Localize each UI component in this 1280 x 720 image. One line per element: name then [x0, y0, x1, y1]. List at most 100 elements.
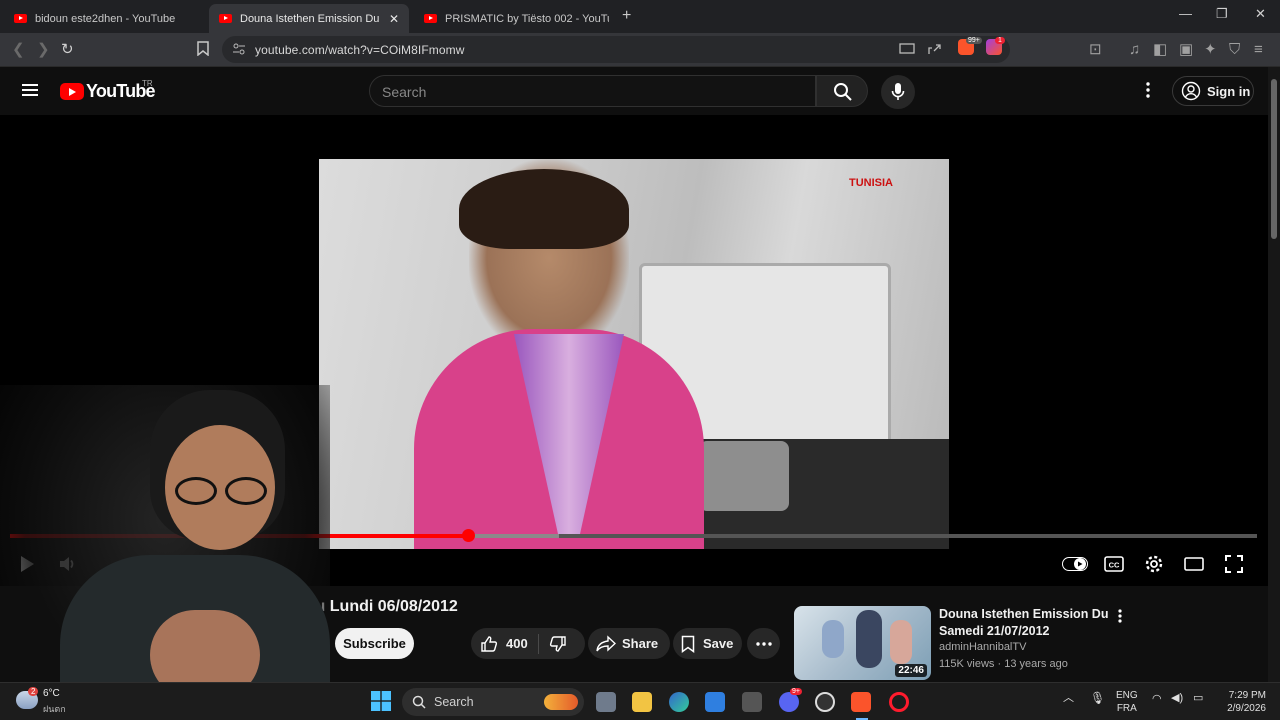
browser-tab-active[interactable]: Douna Istethen Emission Du Lundi 06/08/2…	[209, 4, 409, 33]
search-button[interactable]	[816, 75, 868, 107]
file-explorer-icon[interactable]	[632, 692, 652, 712]
more-actions-button[interactable]	[747, 628, 780, 659]
like-count: 400	[506, 636, 528, 651]
reload-icon[interactable]: ↻	[61, 41, 74, 59]
browser-toolbar: ❮ ❯ ↻ youtube.com/watch?v=COiM8IFmomw 99…	[0, 33, 1280, 67]
forward-icon[interactable]: ❯	[37, 41, 50, 59]
new-tab-icon[interactable]: +	[622, 7, 631, 25]
windows-start-icon[interactable]	[371, 691, 391, 711]
settings-button[interactable]	[1142, 552, 1166, 576]
input-language[interactable]: ENG FRA	[1116, 689, 1138, 715]
tab-title: bidoun este2dhen - YouTube	[35, 12, 176, 25]
opera-icon[interactable]	[889, 692, 909, 712]
scrubber-handle[interactable]	[461, 529, 475, 542]
like-button[interactable]: 400	[471, 633, 539, 654]
wifi-icon[interactable]: ◠	[1152, 693, 1162, 706]
youtube-favicon-icon	[424, 14, 437, 23]
leo-ai-icon[interactable]: ✦	[1204, 41, 1217, 59]
task-view-icon[interactable]	[596, 692, 616, 712]
video-duration: 22:46	[895, 664, 927, 677]
taskbar-search[interactable]: Search	[402, 688, 584, 716]
minimize-icon[interactable]: —	[1179, 6, 1192, 21]
channel-watermark: TUNISIA	[849, 177, 893, 189]
app-icon[interactable]	[815, 692, 835, 712]
webcam-overlay	[0, 385, 330, 720]
restore-icon[interactable]: ❐	[1216, 6, 1228, 22]
clock-time: 7:29 PM	[1228, 690, 1266, 701]
media-icon[interactable]: ♫	[1129, 41, 1140, 59]
tab-title: PRISMATIC by Tiësto 002 - YouTube	[445, 12, 609, 25]
share-page-icon[interactable]	[927, 42, 942, 56]
autoplay-toggle-icon	[1062, 557, 1088, 571]
menu-icon[interactable]: ≡	[1254, 41, 1263, 59]
theater-mode-button[interactable]	[1182, 552, 1206, 576]
sign-in-label: Sign in	[1207, 83, 1251, 99]
page-scrollbar[interactable]	[1268, 67, 1280, 682]
voice-search-button[interactable]	[881, 75, 915, 109]
save-button[interactable]: Save	[673, 628, 742, 659]
lang-top: ENG	[1116, 690, 1138, 701]
more-options-icon[interactable]	[1140, 81, 1156, 99]
tab-title: Douna Istethen Emission Du Lundi 06/08/2…	[240, 12, 383, 25]
edge-icon[interactable]	[669, 692, 689, 712]
captions-icon: CC	[1104, 556, 1124, 572]
youtube-logo-icon[interactable]	[60, 83, 84, 100]
captions-button[interactable]: CC	[1102, 552, 1126, 576]
scrollbar-thumb[interactable]	[1271, 79, 1277, 239]
clock[interactable]: 7:29 PM 2/9/2026	[1218, 689, 1266, 715]
sidebar-icon[interactable]: ◧	[1153, 41, 1167, 59]
vpn-icon[interactable]: ⛉	[1229, 41, 1240, 59]
search-icon	[834, 83, 852, 101]
hair-shape	[459, 169, 629, 249]
autoplay-toggle[interactable]	[1061, 552, 1089, 576]
sign-in-button[interactable]: Sign in	[1172, 76, 1254, 106]
country-code: TR	[142, 79, 153, 88]
microsoft-store-icon[interactable]	[705, 692, 725, 712]
recommended-age: 13 years ago	[1004, 658, 1068, 670]
back-icon[interactable]: ❮	[12, 41, 25, 59]
share-button[interactable]: Share	[588, 628, 670, 659]
subscribe-button[interactable]: Subscribe	[335, 628, 414, 659]
thumbs-up-icon	[481, 635, 498, 652]
svg-text:CC: CC	[1109, 561, 1120, 570]
close-window-icon[interactable]: ✕	[1255, 6, 1266, 22]
search-input[interactable]	[382, 82, 782, 102]
cast-icon[interactable]	[899, 42, 915, 56]
guide-menu-icon[interactable]	[22, 83, 38, 97]
gear-icon	[1145, 555, 1163, 573]
cam-glasses-shape	[225, 477, 267, 505]
recommended-more-icon[interactable]	[1113, 608, 1127, 624]
browser-tab[interactable]: bidoun este2dhen - YouTube	[4, 4, 204, 33]
recommended-thumbnail[interactable]: 22:46	[794, 606, 931, 680]
fullscreen-icon	[1225, 555, 1243, 573]
wallet-icon[interactable]: ▣	[1179, 41, 1193, 59]
close-tab-icon[interactable]: ✕	[383, 12, 399, 26]
volume-tray-icon[interactable]: ◀)	[1171, 692, 1183, 705]
youtube-favicon-icon	[219, 14, 232, 23]
recommended-views: 115K views	[939, 658, 995, 670]
screenshot-icon[interactable]: ⊡	[1089, 41, 1102, 59]
shields-count-badge: 99+	[966, 37, 982, 44]
tray-overflow-icon[interactable]: ︿	[1063, 692, 1074, 705]
site-info-icon[interactable]	[232, 42, 246, 56]
rewards-count-badge: 1	[995, 37, 1005, 44]
address-bar[interactable]: youtube.com/watch?v=COiM8IFmomw	[222, 36, 1010, 63]
microphone-icon	[891, 83, 905, 100]
recommended-channel[interactable]: adminHannibalTV	[939, 641, 1026, 653]
search-icon	[412, 695, 426, 709]
battery-icon[interactable]: ▭	[1193, 692, 1203, 705]
dislike-button[interactable]	[539, 635, 567, 653]
save-icon	[681, 635, 695, 653]
browser-tab[interactable]: PRISMATIC by Tiësto 002 - YouTube	[414, 4, 619, 33]
app-icon[interactable]	[742, 692, 762, 712]
brave-icon[interactable]	[851, 692, 871, 712]
microphone-tray-icon[interactable]: 🎙︎	[1090, 692, 1105, 705]
video-frame[interactable]: TUNISIA	[319, 159, 949, 549]
thumbnail-figure-shape	[856, 610, 882, 668]
discord-icon[interactable]	[779, 692, 799, 712]
taskbar-search-label: Search	[434, 695, 474, 709]
bookmark-icon[interactable]	[197, 41, 209, 56]
recommended-title[interactable]: Douna Istethen Emission Du Samedi 21/07/…	[939, 606, 1109, 640]
fullscreen-button[interactable]	[1222, 552, 1246, 576]
discord-badge: 9+	[790, 688, 802, 695]
